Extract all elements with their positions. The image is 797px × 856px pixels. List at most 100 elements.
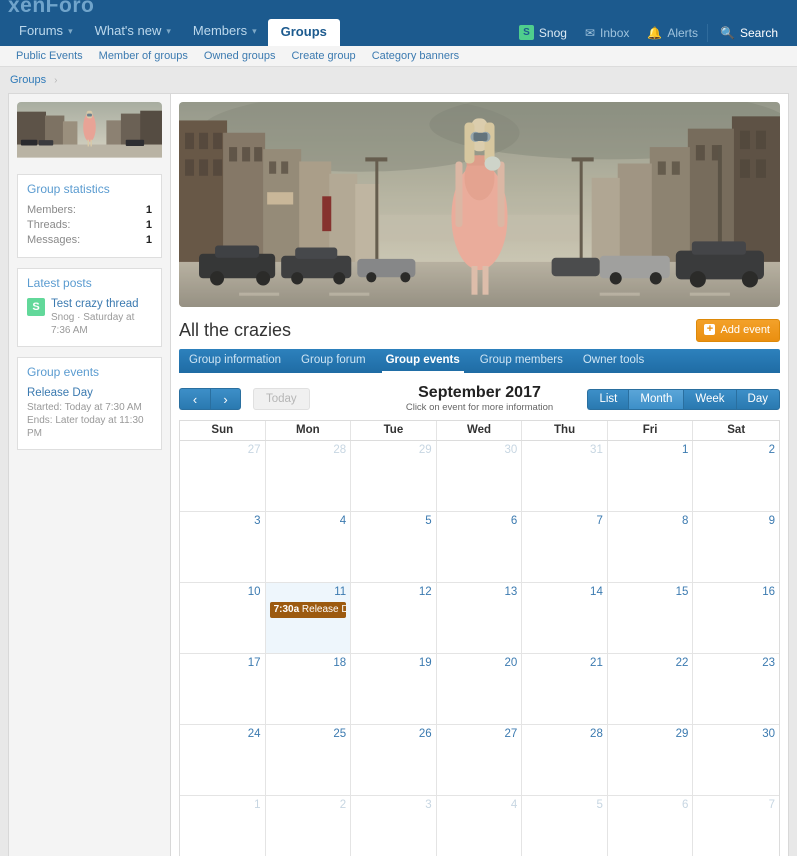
calendar-day-cell[interactable]: 31 [522, 441, 608, 511]
calendar-day-cell[interactable]: 30 [693, 725, 779, 795]
calendar-day-cell[interactable]: 19 [351, 654, 437, 724]
calendar-day-cell[interactable]: 3 [351, 796, 437, 856]
calendar-day-number[interactable]: 28 [270, 443, 347, 457]
calendar-day-number[interactable]: 25 [270, 727, 347, 741]
calendar-day-cell[interactable]: 4 [266, 512, 352, 582]
view-button-day[interactable]: Day [736, 389, 780, 410]
calendar-day-cell[interactable]: 23 [693, 654, 779, 724]
header-search-link[interactable]: 🔍 Search [707, 24, 787, 42]
calendar-day-number[interactable]: 4 [270, 514, 347, 528]
calendar-day-number[interactable]: 30 [441, 443, 518, 457]
calendar-day-cell[interactable]: 6 [608, 796, 694, 856]
calendar-day-number[interactable]: 6 [441, 514, 518, 528]
calendar-day-cell[interactable]: 26 [351, 725, 437, 795]
calendar-day-cell[interactable]: 12 [351, 583, 437, 653]
calendar-day-number[interactable]: 18 [270, 656, 347, 670]
group-avatar-image[interactable] [17, 102, 162, 164]
calendar-day-number[interactable]: 11 [270, 585, 347, 599]
breadcrumb-item-groups[interactable]: Groups [10, 74, 46, 86]
calendar-day-cell[interactable]: 16 [693, 583, 779, 653]
calendar-day-cell[interactable]: 8 [608, 512, 694, 582]
header-inbox-link[interactable]: ✉ Inbox [576, 24, 638, 42]
calendar-day-cell[interactable]: 4 [437, 796, 523, 856]
calendar-day-number[interactable]: 22 [612, 656, 689, 670]
calendar-day-cell[interactable]: 3 [180, 512, 266, 582]
calendar-day-cell[interactable]: 25 [266, 725, 352, 795]
calendar-day-cell[interactable]: 117:30a Release Day [266, 583, 352, 653]
calendar-day-number[interactable]: 26 [355, 727, 432, 741]
calendar-day-cell[interactable]: 30 [437, 441, 523, 511]
calendar-day-number[interactable]: 21 [526, 656, 603, 670]
tab-group-events[interactable]: Group events [376, 349, 470, 373]
calendar-day-cell[interactable]: 13 [437, 583, 523, 653]
calendar-day-number[interactable]: 19 [355, 656, 432, 670]
calendar-day-cell[interactable]: 28 [522, 725, 608, 795]
calendar-day-cell[interactable]: 7 [693, 796, 779, 856]
prev-month-button[interactable]: ‹ [179, 388, 210, 410]
calendar-day-cell[interactable]: 20 [437, 654, 523, 724]
list-item[interactable]: STest crazy threadSnog · Saturday at 7:3… [27, 297, 152, 337]
calendar-day-number[interactable]: 30 [697, 727, 775, 741]
calendar-day-cell[interactable]: 9 [693, 512, 779, 582]
calendar-day-cell[interactable]: 28 [266, 441, 352, 511]
subnav-item-category-banners[interactable]: Category banners [364, 50, 467, 62]
calendar-day-number[interactable]: 4 [441, 798, 518, 812]
calendar-day-cell[interactable]: 6 [437, 512, 523, 582]
calendar-day-number[interactable]: 8 [612, 514, 689, 528]
calendar-day-number[interactable]: 29 [612, 727, 689, 741]
calendar-day-cell[interactable]: 27 [180, 441, 266, 511]
calendar-day-number[interactable]: 1 [612, 443, 689, 457]
nav-item-groups[interactable]: Groups [268, 19, 340, 46]
calendar-day-cell[interactable]: 27 [437, 725, 523, 795]
calendar-day-cell[interactable]: 29 [608, 725, 694, 795]
calendar-day-number[interactable]: 15 [612, 585, 689, 599]
calendar-day-number[interactable]: 13 [441, 585, 518, 599]
calendar-day-number[interactable]: 17 [184, 656, 261, 670]
calendar-day-cell[interactable]: 5 [351, 512, 437, 582]
site-logo[interactable]: xenForo [8, 0, 94, 18]
calendar-day-number[interactable]: 14 [526, 585, 603, 599]
calendar-day-number[interactable]: 29 [355, 443, 432, 457]
calendar-day-number[interactable]: 3 [184, 514, 261, 528]
event-title-link[interactable]: Release Day [27, 386, 152, 401]
calendar-day-number[interactable]: 6 [612, 798, 689, 812]
tab-group-members[interactable]: Group members [470, 349, 573, 373]
calendar-day-number[interactable]: 31 [526, 443, 603, 457]
calendar-day-number[interactable]: 27 [441, 727, 518, 741]
calendar-day-cell[interactable]: 1 [608, 441, 694, 511]
calendar-day-cell[interactable]: 18 [266, 654, 352, 724]
calendar-day-cell[interactable]: 21 [522, 654, 608, 724]
header-alerts-link[interactable]: 🔔 Alerts [638, 24, 707, 42]
calendar-day-cell[interactable]: 7 [522, 512, 608, 582]
view-button-list[interactable]: List [587, 389, 628, 410]
calendar-day-cell[interactable]: 14 [522, 583, 608, 653]
view-button-month[interactable]: Month [628, 389, 683, 410]
calendar-day-cell[interactable]: 5 [522, 796, 608, 856]
calendar-day-number[interactable]: 5 [526, 798, 603, 812]
calendar-day-cell[interactable]: 29 [351, 441, 437, 511]
add-event-button[interactable]: + Add event [696, 319, 780, 342]
calendar-day-number[interactable]: 2 [270, 798, 347, 812]
next-month-button[interactable]: › [210, 388, 241, 410]
nav-item-what-s-new[interactable]: What's new▾ [84, 18, 182, 46]
calendar-day-cell[interactable]: 15 [608, 583, 694, 653]
calendar-day-cell[interactable]: 24 [180, 725, 266, 795]
calendar-day-cell[interactable]: 2 [693, 441, 779, 511]
view-button-week[interactable]: Week [683, 389, 735, 410]
calendar-day-number[interactable]: 24 [184, 727, 261, 741]
calendar-day-number[interactable]: 20 [441, 656, 518, 670]
calendar-day-number[interactable]: 1 [184, 798, 261, 812]
calendar-day-cell[interactable]: 17 [180, 654, 266, 724]
calendar-day-number[interactable]: 10 [184, 585, 261, 599]
calendar-day-number[interactable]: 2 [697, 443, 775, 457]
calendar-day-number[interactable]: 12 [355, 585, 432, 599]
calendar-day-number[interactable]: 5 [355, 514, 432, 528]
tab-group-forum[interactable]: Group forum [291, 349, 376, 373]
calendar-day-number[interactable]: 7 [697, 798, 775, 812]
calendar-day-number[interactable]: 7 [526, 514, 603, 528]
calendar-day-number[interactable]: 23 [697, 656, 775, 670]
calendar-day-number[interactable]: 27 [184, 443, 261, 457]
list-item[interactable]: Release DayStarted: Today at 7:30 AMEnds… [27, 386, 152, 440]
nav-item-forums[interactable]: Forums▾ [8, 18, 84, 46]
subnav-item-create-group[interactable]: Create group [283, 50, 363, 62]
